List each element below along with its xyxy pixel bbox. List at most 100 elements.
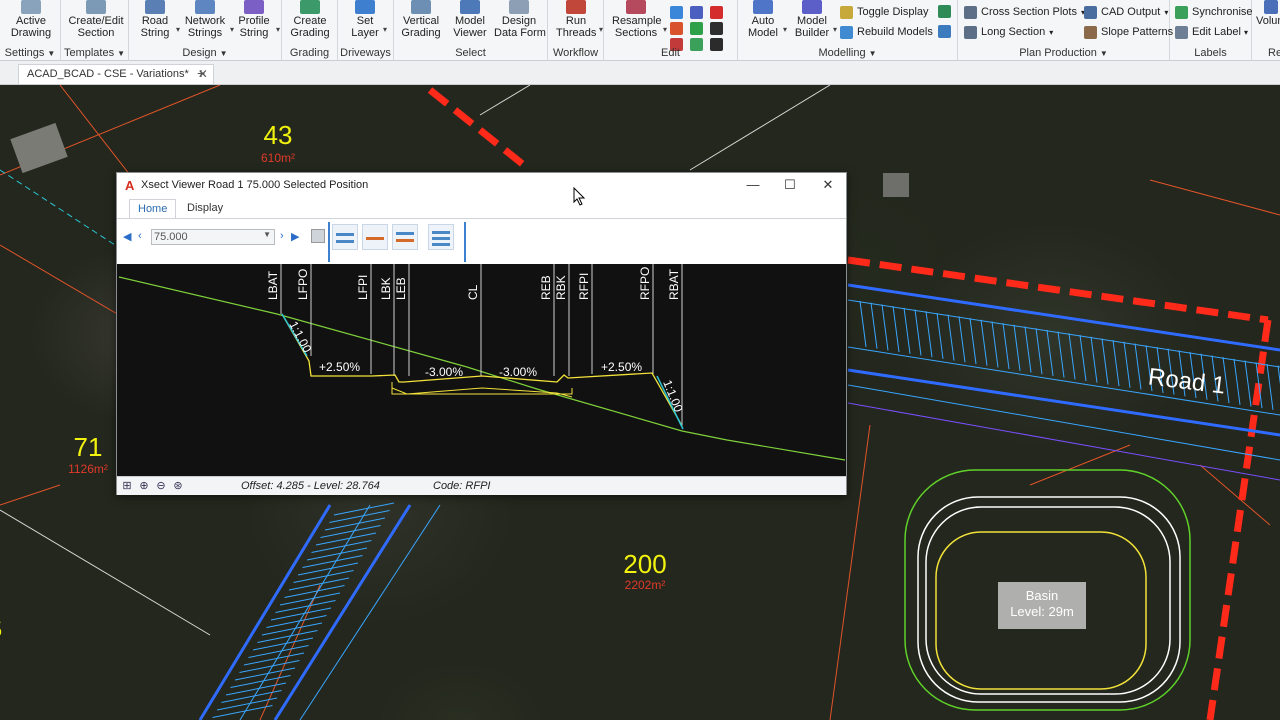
zoom-window-icon[interactable]: ⊛ bbox=[171, 479, 185, 493]
toolbar-separator bbox=[464, 222, 466, 262]
station-select[interactable]: 75.000 ▼ bbox=[151, 229, 275, 245]
refresh-icon[interactable] bbox=[311, 229, 325, 243]
section-point-label: LEB bbox=[394, 277, 408, 300]
delete-tool-icon[interactable] bbox=[710, 6, 723, 19]
model-builder-icon bbox=[802, 0, 822, 14]
run-threads-icon bbox=[566, 0, 586, 14]
section-table-icon[interactable] bbox=[428, 224, 454, 250]
volume-button[interactable]: Volum bbox=[1256, 0, 1280, 44]
group-title-modelling[interactable]: Modelling ▼ bbox=[738, 47, 957, 59]
cross-section-graphic: LBAT LFPO LFPI LBK LEB CL REB RBK RFPI RFPO RBAT 1:… bbox=[118, 264, 846, 461]
group-title-select: Select bbox=[455, 47, 486, 59]
ribbon-group-plan-production: Cross Section Plots ▾ CAD Output ▾ Long Se… bbox=[958, 0, 1173, 61]
maximize-button[interactable]: ☐ bbox=[772, 175, 808, 195]
toolbar-separator bbox=[328, 222, 330, 262]
zoom-in-icon[interactable]: ⊕ bbox=[137, 479, 151, 493]
first-station-icon[interactable]: ◀ bbox=[123, 230, 131, 243]
minimize-button[interactable]: — bbox=[735, 175, 771, 195]
group-title-edit: Edit bbox=[661, 47, 680, 59]
synchronise-button[interactable]: Synchronise bbox=[1175, 3, 1253, 21]
edit-tool-1-icon[interactable] bbox=[670, 6, 683, 19]
ribbon-group-modelling: Auto Model ▾ Model Builder ▾ Toggle Displa… bbox=[738, 0, 958, 61]
profile-string-button[interactable]: Profile String ▾ bbox=[235, 0, 280, 44]
cad-output-icon bbox=[1084, 5, 1097, 19]
modelling-tool-1-icon[interactable] bbox=[938, 5, 951, 18]
offset-level-readout: Offset: 4.285 - Level: 28.764 bbox=[241, 480, 380, 492]
zoom-out-icon[interactable]: ⊖ bbox=[154, 479, 168, 493]
toggle-display-button[interactable]: Toggle Display bbox=[840, 3, 929, 21]
model-builder-button[interactable]: Model Builder ▾ bbox=[794, 0, 837, 44]
run-threads-button[interactable]: Run Threads ▾ bbox=[556, 0, 603, 44]
group-title-grading: Grading bbox=[289, 47, 330, 59]
rebuild-models-icon bbox=[840, 25, 853, 39]
group-title-design[interactable]: Design ▼ bbox=[129, 47, 281, 59]
add-tab-button[interactable]: + bbox=[197, 65, 205, 81]
slope-patterns-icon bbox=[1084, 25, 1097, 39]
road-string-icon bbox=[145, 0, 165, 14]
auto-model-button[interactable]: Auto Model ▾ bbox=[746, 0, 787, 44]
next-station-icon[interactable]: › bbox=[280, 230, 284, 242]
document-tab[interactable]: ACAD_BCAD - CSE - Variations* ✕ bbox=[18, 64, 214, 84]
cad-output-button[interactable]: CAD Output ▾ bbox=[1084, 3, 1168, 21]
tab-home[interactable]: Home bbox=[129, 199, 177, 218]
edit-tool-2-icon[interactable] bbox=[690, 6, 703, 19]
section-point-label: LBK bbox=[379, 277, 393, 300]
window-titlebar[interactable]: A Xsect Viewer Road 1 75.000 Selected Po… bbox=[117, 173, 846, 198]
xsect-toolbar: ◀ ‹ 75.000 ▼ › ▶ bbox=[117, 218, 846, 264]
edit-tools bbox=[670, 6, 724, 51]
ribbon: Active Drawing Settings ▼ Create/Edit Sec… bbox=[0, 0, 1280, 61]
ribbon-group-settings: Active Drawing Settings ▼ bbox=[0, 0, 61, 61]
active-drawing-button[interactable]: Active Drawing bbox=[8, 0, 54, 44]
section-point-label: RBAT bbox=[667, 268, 681, 300]
section-grade-icon[interactable] bbox=[362, 224, 388, 250]
ribbon-group-design: Road String ▾ Network Strings ▾ Profile Str… bbox=[129, 0, 282, 61]
lot-area: 2202m² bbox=[624, 578, 666, 592]
create-grading-button[interactable]: Create Grading bbox=[290, 0, 330, 44]
group-title-settings[interactable]: Settings ▼ bbox=[0, 47, 60, 59]
cross-section-view-icon[interactable] bbox=[332, 224, 358, 250]
edit-tool-4-icon[interactable] bbox=[670, 22, 683, 35]
rebuild-models-button[interactable]: Rebuild Models bbox=[840, 23, 933, 41]
edit-tool-6-icon[interactable] bbox=[710, 22, 723, 35]
auto-model-icon bbox=[753, 0, 773, 14]
cross-section-plots-button[interactable]: Cross Section Plots ▾ bbox=[964, 3, 1085, 21]
grade-label: -3.00% bbox=[499, 365, 537, 379]
active-drawing-icon bbox=[21, 0, 41, 14]
last-station-icon[interactable]: ▶ bbox=[291, 230, 299, 243]
network-strings-button[interactable]: Network Strings ▾ bbox=[183, 0, 234, 44]
tab-display[interactable]: Display bbox=[179, 199, 231, 218]
ribbon-group-partial: Volum Re bbox=[1252, 0, 1280, 61]
zoom-controls: ⊞ ⊕ ⊖ ⊛ bbox=[120, 479, 185, 493]
resample-icon bbox=[626, 0, 646, 14]
section-compare-icon[interactable] bbox=[392, 224, 418, 250]
zoom-extents-icon[interactable]: ⊞ bbox=[120, 479, 134, 493]
resample-sections-button[interactable]: Resample Sections ▾ bbox=[612, 0, 667, 44]
edit-tool-5-icon[interactable] bbox=[690, 22, 703, 35]
lot-area: 610m² bbox=[260, 151, 295, 165]
set-layer-button[interactable]: Set Layer ▾ bbox=[350, 0, 387, 44]
group-title-plan-production[interactable]: Plan Production ▼ bbox=[958, 47, 1169, 59]
chevron-down-icon: ▼ bbox=[263, 230, 271, 239]
edit-label-button[interactable]: Edit Label ▾ bbox=[1175, 23, 1248, 41]
code-readout: Code: RFPI bbox=[433, 480, 491, 492]
lot-number: 43 bbox=[263, 120, 293, 150]
long-section-button[interactable]: Long Section ▾ bbox=[964, 23, 1053, 41]
section-point-label: LBAT bbox=[266, 270, 280, 300]
design-data-form-button[interactable]: Design Data Form bbox=[494, 0, 546, 44]
road-string-button[interactable]: Road String ▾ bbox=[137, 0, 180, 44]
modelling-tool-2-icon[interactable] bbox=[938, 25, 951, 38]
cross-section-canvas[interactable]: LBAT LFPO LFPI LBK LEB CL REB RBK RFPI RFPO RBAT 1:… bbox=[117, 264, 846, 476]
previous-station-icon[interactable]: ‹ bbox=[138, 230, 142, 242]
model-viewer-button[interactable]: Model Viewer bbox=[452, 0, 488, 44]
ribbon-group-workflow: Run Threads ▾ Workflow bbox=[548, 0, 604, 61]
model-viewer-icon bbox=[460, 0, 480, 14]
section-point-label: REB bbox=[539, 275, 553, 300]
document-tab-bar: ACAD_BCAD - CSE - Variations* ✕ + bbox=[0, 61, 1280, 85]
section-icon bbox=[86, 0, 106, 14]
slope-patterns-button[interactable]: Slope Patterns bbox=[1084, 23, 1173, 41]
create-edit-section-button[interactable]: Create/Edit Section bbox=[67, 0, 125, 44]
cross-section-plots-icon bbox=[964, 5, 977, 19]
group-title-templates[interactable]: Templates ▼ bbox=[61, 47, 128, 59]
close-button[interactable]: ✕ bbox=[810, 175, 846, 195]
vertical-grading-button[interactable]: Vertical Grading bbox=[400, 0, 442, 44]
